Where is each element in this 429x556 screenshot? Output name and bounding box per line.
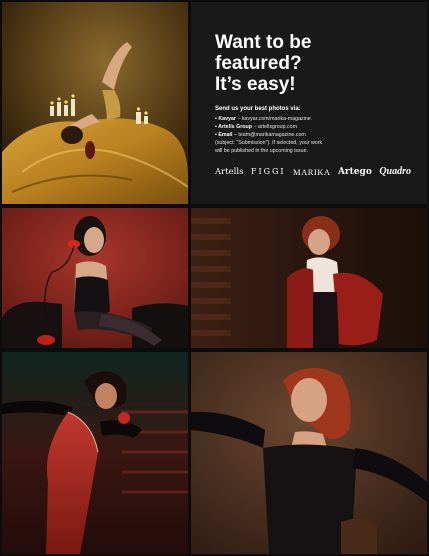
- artells-label: • Artells Group: [215, 124, 252, 130]
- artells-text: – artellsgroup.com: [251, 124, 298, 130]
- photo-golden-fabric-scene: [2, 2, 188, 204]
- artells-line: • Artells Group – artellsgroup.com: [215, 123, 415, 131]
- photo-black-corset-portrait: [191, 352, 427, 554]
- email-line: • Email – team@marikamagazine.com: [215, 131, 415, 139]
- publish-text: will be published in the upcoming issue.: [215, 148, 309, 154]
- feature-info-panel: Want to be featured? It’s easy! Send us …: [191, 2, 427, 204]
- headline-line-3: It’s easy!: [215, 74, 296, 95]
- photo-red-phone-portrait: [2, 208, 188, 348]
- quadro-logo: Quadro: [379, 166, 411, 177]
- partner-logos: Artells FIGGI MARIKA Artego Quadro: [215, 166, 411, 177]
- headline-line-2: featured?: [215, 53, 302, 74]
- subject-line: (subject: “Submission”). If selected, yo…: [215, 139, 415, 147]
- kavyar-text: – kavyar.com/marika-magazine: [236, 116, 311, 122]
- photo-red-dress-dancer: [2, 352, 188, 554]
- email-text: – team@marikamagazine.com: [232, 132, 306, 138]
- email-label: • Email: [215, 132, 233, 138]
- artells-logo: Artells: [215, 166, 244, 177]
- submission-intro: Send us your best photos via:: [215, 106, 301, 112]
- publish-line: will be published in the upcoming issue.: [215, 147, 415, 155]
- artego-logo: Artego: [337, 166, 372, 177]
- kavyar-label: • Kavyar: [215, 116, 236, 122]
- headline-line-1: Want to be: [215, 32, 312, 53]
- marika-logo: MARIKA: [293, 166, 331, 177]
- figgi-logo: FIGGI: [250, 167, 286, 176]
- feature-headline: Want to be featured? It’s easy!: [215, 32, 427, 95]
- photo-red-coat-portrait: [191, 208, 427, 348]
- submission-details: • Kavyar – kavyar.com/marika-magazine • …: [215, 115, 415, 155]
- kavyar-line: • Kavyar – kavyar.com/marika-magazine: [215, 115, 415, 123]
- subject-text: (subject: “Submission”). If selected, yo…: [215, 140, 323, 146]
